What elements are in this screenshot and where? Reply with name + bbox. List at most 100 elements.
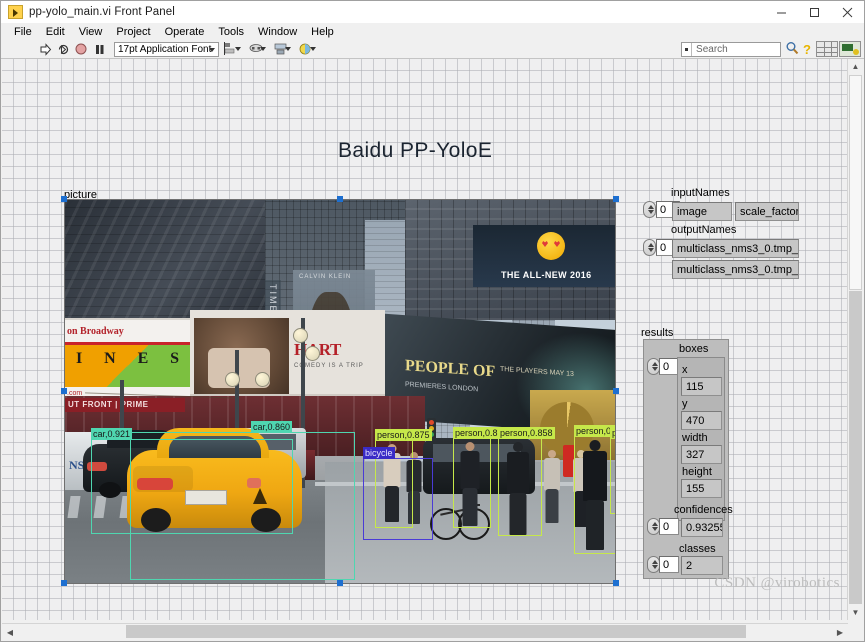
box-y-value[interactable]: 470 — [681, 411, 722, 430]
show-panel-icon[interactable] — [816, 41, 838, 57]
search-input[interactable]: Search — [681, 42, 781, 57]
detection-box: person,0.7 — [574, 436, 615, 554]
vertical-scroll-thumb[interactable] — [849, 75, 862, 290]
people-line3: PREMIERES LONDON — [405, 381, 478, 393]
block-diagram-icon[interactable] — [839, 41, 861, 57]
box-y-label: y — [682, 398, 688, 410]
magnifier-icon[interactable] — [785, 41, 799, 58]
menu-item-tools[interactable]: Tools — [211, 25, 251, 39]
boxes-label: boxes — [679, 343, 708, 355]
menu-item-operate[interactable]: Operate — [158, 25, 212, 39]
box-height-value[interactable]: 155 — [681, 479, 722, 498]
abort-execution-icon[interactable] — [73, 41, 89, 57]
hart-city-billboard: HART COMEDY IS A TRIP — [190, 310, 385, 410]
street-lamp-globe-1 — [293, 328, 308, 343]
resize-handle-w[interactable] — [61, 388, 67, 394]
resize-handle-ne[interactable] — [613, 196, 619, 202]
reorder-objects-icon[interactable] — [299, 41, 321, 57]
font-selector[interactable]: 17pt Application Font — [114, 42, 219, 57]
toolbar-right-group: Search ? — [681, 41, 864, 58]
emoji-billboard: THE ALL-NEW 2016 — [473, 225, 615, 287]
toolbar: 17pt Application Font Search ? — [1, 40, 864, 59]
resize-handle-s[interactable] — [337, 580, 343, 586]
horizontal-scroll-thumb[interactable] — [126, 625, 746, 638]
scroll-left-button[interactable]: ◀ — [2, 624, 18, 640]
output-name-0[interactable]: multiclass_nms3_0.tmp_0 — [672, 239, 799, 258]
resize-handle-nw[interactable] — [61, 196, 67, 202]
page-title: Baidu PP-YoloE — [338, 139, 492, 163]
menu-item-help[interactable]: Help — [304, 25, 341, 39]
picture-indicator[interactable]: CALVIN KLEIN TIME SQUARE on Broadway INE… — [64, 199, 616, 584]
detection-label: person,0.875 — [375, 429, 432, 441]
street-lamp-globe-4 — [255, 372, 270, 387]
classes-value[interactable]: 2 — [681, 556, 723, 575]
run-continuously-icon[interactable] — [55, 41, 71, 57]
menu-item-view[interactable]: View — [72, 25, 110, 39]
menu-item-file[interactable]: File — [7, 25, 39, 39]
box-x-label: x — [682, 364, 688, 376]
scroll-up-button[interactable]: ▲ — [848, 59, 863, 74]
box-width-label: width — [682, 432, 708, 444]
input-names-label: inputNames — [671, 187, 730, 199]
detection-label: person — [610, 427, 615, 439]
scroll-right-button[interactable]: ▶ — [832, 624, 848, 640]
output-name-1[interactable]: multiclass_nms3_0.tmp_2 — [672, 260, 799, 279]
input-name-0[interactable]: image — [672, 202, 732, 221]
broadway-letters: INES — [65, 350, 190, 368]
resize-objects-icon[interactable] — [274, 41, 296, 57]
emoji-billboard-text: THE ALL-NEW 2016 — [501, 270, 592, 280]
scroll-down-button[interactable]: ▼ — [848, 605, 863, 620]
pause-icon[interactable] — [91, 41, 107, 57]
hart-portrait — [194, 318, 289, 406]
close-button[interactable] — [831, 1, 864, 23]
menu-bar: File Edit View Project Operate Tools Win… — [1, 23, 864, 40]
detection-label: car,0.921 — [91, 428, 132, 440]
watermark: CSDN @virobotics — [714, 575, 840, 592]
minimize-button[interactable] — [765, 1, 798, 23]
align-objects-icon[interactable] — [224, 41, 246, 57]
confidences-value[interactable]: 0.93255 — [681, 518, 723, 537]
run-arrow-icon[interactable] — [37, 41, 53, 57]
resize-handle-n[interactable] — [337, 196, 343, 202]
font-selector-label: 17pt Application Font — [118, 44, 211, 55]
vertical-scrollbar[interactable]: ▲ ▼ — [847, 59, 863, 620]
classes-index[interactable]: 0 — [659, 556, 679, 573]
confidences-index[interactable]: 0 — [659, 518, 679, 535]
front-panel-canvas[interactable]: Baidu PP-YoloE picture CALVIN KLEIN TIME… — [2, 59, 848, 620]
detection-label: bicycle — [363, 447, 395, 459]
broadway-billboard: on Broadway INES .com — [65, 318, 190, 398]
resize-handle-e[interactable] — [613, 388, 619, 394]
heart-eyes-emoji-icon — [537, 232, 565, 260]
model-billboard-caption: CALVIN KLEIN — [299, 274, 351, 280]
vertical-scroll-track[interactable] — [849, 291, 862, 604]
detection-label: person,0.858 — [498, 427, 555, 439]
box-x-value[interactable]: 115 — [681, 377, 722, 396]
menu-item-project[interactable]: Project — [109, 25, 157, 39]
resize-handle-se[interactable] — [613, 580, 619, 586]
detection-box: person,0.872 — [453, 438, 491, 528]
box-width-value[interactable]: 327 — [681, 445, 722, 464]
menu-item-window[interactable]: Window — [251, 25, 304, 39]
results-label: results — [641, 327, 673, 339]
panel-icons — [816, 41, 862, 57]
output-names-index-stepper[interactable] — [643, 239, 656, 256]
maximize-button[interactable] — [798, 1, 831, 23]
input-name-1[interactable]: scale_factor — [735, 202, 799, 221]
detection-box: person,0.858 — [498, 438, 542, 536]
detection-box: person — [610, 438, 615, 514]
distribute-objects-icon[interactable] — [249, 41, 271, 57]
prime-sign: UT FRONT | PRIME — [65, 398, 185, 412]
horizontal-scrollbar[interactable]: ◀ ▶ — [2, 623, 848, 640]
menu-item-edit[interactable]: Edit — [39, 25, 72, 39]
resize-handle-sw[interactable] — [61, 580, 67, 586]
boxes-index[interactable]: 0 — [659, 358, 679, 375]
broadway-line1: on Broadway — [67, 326, 124, 337]
people-title: PEOPLE OF — [405, 357, 495, 381]
context-help-icon[interactable]: ? — [803, 42, 811, 57]
labview-front-panel-window: pp-yolo_main.vi Front Panel File Edit Vi… — [0, 0, 865, 642]
street-lamp-globe-3 — [225, 372, 240, 387]
detection-box: bicycle — [363, 458, 433, 540]
window-title: pp-yolo_main.vi Front Panel — [29, 6, 175, 18]
chevron-down-icon — [209, 48, 215, 52]
input-names-index-stepper[interactable] — [643, 201, 656, 218]
